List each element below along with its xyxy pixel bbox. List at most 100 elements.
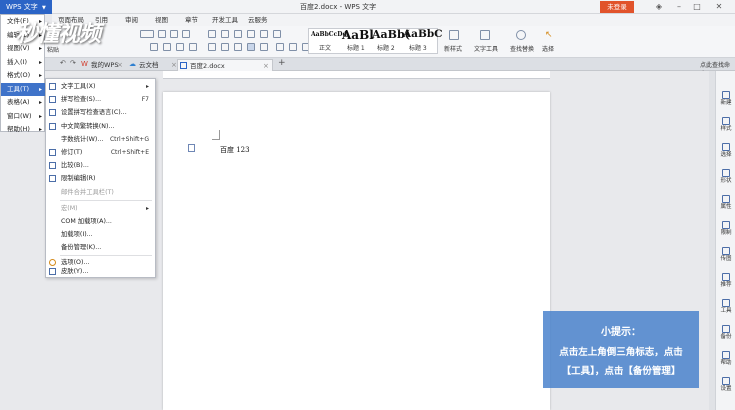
sidebar-label: 帮助 bbox=[720, 360, 732, 366]
align-right-icon[interactable] bbox=[234, 43, 242, 51]
menu-label: 表格(A) bbox=[7, 98, 30, 106]
sort-icon[interactable] bbox=[260, 30, 268, 38]
select-button[interactable]: 选择 bbox=[542, 44, 554, 53]
sidebar-item-styles[interactable]: 样式 bbox=[716, 115, 735, 137]
sidebar-item-recommend[interactable]: 推荐 bbox=[716, 271, 735, 293]
align-left-icon[interactable] bbox=[208, 43, 216, 51]
menu-item-text-tools[interactable]: 文字工具(X) ▸ bbox=[46, 80, 155, 93]
style-normal-label[interactable]: 正文 bbox=[319, 43, 331, 52]
login-button[interactable]: 未登录 bbox=[600, 1, 634, 13]
find-replace-icon[interactable] bbox=[516, 30, 526, 40]
tab-my-wps[interactable]: W 我的WPS × bbox=[79, 59, 125, 71]
tip-box: 小提示： 点击左上角倒三角标志，点击 【工具】，点击【备份管理】 bbox=[543, 311, 699, 388]
close-icon[interactable]: ✕ bbox=[712, 0, 726, 14]
menu-item-spell-language[interactable]: 设置拼写检查语言(C)... bbox=[46, 106, 155, 119]
clear-format-icon[interactable] bbox=[182, 30, 190, 38]
skin-icon[interactable]: ◈ bbox=[652, 0, 666, 14]
document-page[interactable] bbox=[163, 92, 550, 410]
shading-icon[interactable] bbox=[289, 43, 297, 51]
menu-item-tools[interactable]: 工具(T) ▸ bbox=[1, 82, 45, 96]
wps-menu-button[interactable]: WPS 文字 ▼ bbox=[0, 0, 52, 14]
new-style-icon[interactable] bbox=[449, 30, 459, 40]
text-tools-icon[interactable] bbox=[480, 30, 490, 40]
revision-icon bbox=[49, 149, 56, 156]
sidebar-item-help[interactable]: 帮助 bbox=[716, 349, 735, 371]
font-size-select[interactable] bbox=[140, 30, 154, 38]
text-tools-button[interactable]: 文字工具 bbox=[474, 44, 498, 53]
tab-sections[interactable]: 章节 bbox=[185, 14, 198, 26]
style-h3-sample[interactable]: AaBbC bbox=[403, 28, 443, 40]
show-marks-icon[interactable] bbox=[273, 30, 281, 38]
menu-item-addins[interactable]: 加载项(I)... bbox=[46, 228, 155, 241]
distribute-icon[interactable] bbox=[260, 43, 268, 51]
menu-item-revision[interactable]: 修订(T) Ctrl+Shift+E bbox=[46, 146, 155, 159]
new-icon bbox=[722, 91, 730, 99]
menu-item-restrict-edit[interactable]: 限制编辑(R) bbox=[46, 172, 155, 185]
menu-label: COM 加载项(A)... bbox=[61, 217, 112, 225]
font-color-icon[interactable] bbox=[150, 43, 158, 51]
bullets-icon[interactable] bbox=[208, 30, 216, 38]
ruler[interactable] bbox=[163, 71, 550, 79]
sidebar-item-tools[interactable]: 工具 bbox=[716, 297, 735, 319]
style-h3-label[interactable]: 标题 3 bbox=[409, 43, 427, 52]
highlight-icon[interactable] bbox=[163, 43, 171, 51]
restrict-icon bbox=[722, 221, 730, 229]
sidebar-item-new[interactable]: 新建 bbox=[716, 89, 735, 111]
menu-label: 邮件合并工具栏(T) bbox=[61, 188, 114, 196]
chevron-right-icon: ▸ bbox=[38, 58, 42, 66]
upload-icon bbox=[722, 247, 730, 255]
line-spacing-icon[interactable] bbox=[276, 43, 284, 51]
menu-item-skin[interactable]: 皮肤(Y)... bbox=[46, 266, 155, 278]
indent-icon[interactable] bbox=[247, 30, 255, 38]
sidebar-item-select[interactable]: 选择 bbox=[716, 141, 735, 163]
sidebar-item-shapes[interactable]: 形状 bbox=[716, 167, 735, 189]
document-icon[interactable] bbox=[188, 144, 195, 152]
menu-item-window[interactable]: 窗口(W) ▸ bbox=[1, 110, 45, 124]
justify-icon[interactable] bbox=[247, 43, 255, 51]
menu-item-help[interactable]: 帮助(H) ▸ bbox=[1, 123, 45, 137]
menu-item-com-addins[interactable]: COM 加载项(A)... bbox=[46, 215, 155, 228]
menu-item-insert[interactable]: 插入(I) ▸ bbox=[1, 56, 45, 70]
char-border-icon[interactable] bbox=[176, 43, 184, 51]
minimize-icon[interactable]: – bbox=[672, 0, 686, 14]
menu-item-spellcheck[interactable]: 拼写检查(S)... F7 bbox=[46, 93, 155, 106]
shrink-font-icon[interactable] bbox=[170, 30, 178, 38]
tab-review[interactable]: 审阅 bbox=[125, 14, 138, 26]
tab-cloud-docs[interactable]: ☁ 云文档 × bbox=[127, 59, 177, 71]
new-tab-icon[interactable]: + bbox=[278, 58, 286, 68]
align-center-icon[interactable] bbox=[221, 43, 229, 51]
sidebar-item-settings[interactable]: 设置 bbox=[716, 375, 735, 397]
sidebar-item-upload-image[interactable]: 传图 bbox=[716, 245, 735, 267]
numbering-icon[interactable] bbox=[221, 30, 229, 38]
redo-icon[interactable]: ↷ bbox=[70, 59, 76, 67]
outdent-icon[interactable] bbox=[234, 30, 242, 38]
style-h1-sample[interactable]: AaBl bbox=[342, 28, 374, 42]
new-style-button[interactable]: 新样式 bbox=[444, 44, 462, 53]
sidebar-item-backup[interactable]: 备份 bbox=[716, 323, 735, 345]
menu-item-word-count[interactable]: 字数统计(W)... Ctrl+Shift+G bbox=[46, 133, 155, 146]
menu-item-compare[interactable]: 比较(B)... bbox=[46, 159, 155, 172]
document-text[interactable]: 百度 123 bbox=[220, 145, 250, 155]
tab-view[interactable]: 视图 bbox=[155, 14, 168, 26]
maximize-icon[interactable]: □ bbox=[690, 0, 704, 14]
style-h2-label[interactable]: 标题 2 bbox=[377, 43, 395, 52]
menu-item-format[interactable]: 格式(O) ▸ bbox=[1, 69, 45, 83]
close-icon[interactable]: × bbox=[117, 59, 123, 71]
char-shading-icon[interactable] bbox=[189, 43, 197, 51]
sidebar-item-restrict[interactable]: 限制 bbox=[716, 219, 735, 241]
tab-developer[interactable]: 开发工具 bbox=[212, 14, 238, 26]
menu-item-backup-manager[interactable]: 备份管理(K)... bbox=[46, 241, 155, 254]
menu-item-table[interactable]: 表格(A) ▸ bbox=[1, 96, 45, 110]
style-h1-label[interactable]: 标题 1 bbox=[347, 43, 365, 52]
undo-icon[interactable]: ↶ bbox=[60, 59, 66, 67]
tab-cloud[interactable]: 云服务 bbox=[248, 14, 268, 26]
find-replace-button[interactable]: 查找替换 bbox=[510, 44, 534, 53]
grow-font-icon[interactable] bbox=[158, 30, 166, 38]
select-cursor-icon[interactable]: ↖ bbox=[545, 30, 555, 40]
language-icon bbox=[49, 109, 56, 117]
tab-document[interactable]: 百度2.docx × bbox=[177, 59, 273, 71]
close-icon[interactable]: × bbox=[171, 59, 177, 71]
tab-label: 云文档 bbox=[139, 61, 159, 69]
sidebar-item-properties[interactable]: 属性 bbox=[716, 193, 735, 215]
menu-item-chinese-convert[interactable]: 中文简繁转换(N)... bbox=[46, 120, 155, 133]
